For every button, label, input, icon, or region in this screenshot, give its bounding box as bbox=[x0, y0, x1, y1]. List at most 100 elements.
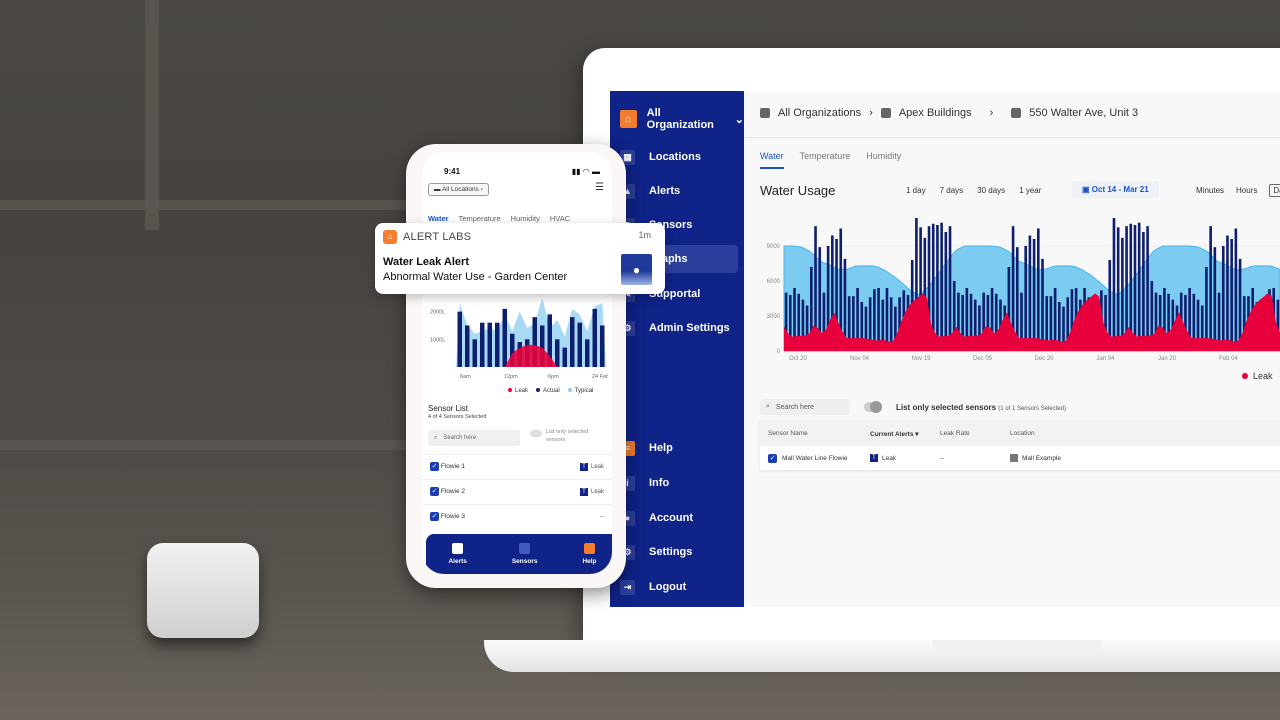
range-30-days[interactable]: 30 days bbox=[977, 186, 1005, 195]
tab-humidity[interactable]: Humidity bbox=[866, 151, 901, 169]
list-item[interactable]: ✓ Flowie 2 T Leak bbox=[422, 479, 612, 503]
granularity-minutes[interactable]: Minutes bbox=[1196, 186, 1224, 197]
actual-bar bbox=[940, 222, 943, 351]
mobile-list-selected-toggle[interactable] bbox=[530, 430, 542, 437]
actual-bar bbox=[1146, 226, 1149, 351]
table-header: Sensor Name Current Alerts ▾ Leak Rate L… bbox=[760, 421, 1280, 446]
list-item[interactable]: ✓ Flowie 1 T Leak bbox=[422, 454, 612, 478]
sidebar-item-info[interactable]: i Info bbox=[620, 469, 738, 497]
actual-bar bbox=[1024, 246, 1027, 351]
nav-help[interactable]: Help bbox=[582, 543, 597, 565]
search-input[interactable]: ⌕ Search here bbox=[760, 399, 850, 415]
status-time: 9:41 bbox=[444, 167, 461, 176]
actual-bar bbox=[1230, 239, 1233, 351]
signal-wifi-battery-icon: ▮▮ ◠ ▬ bbox=[571, 167, 600, 176]
y-tick-label: 0 bbox=[777, 349, 781, 355]
sidebar-item-logout[interactable]: ⇥ Logout bbox=[620, 573, 738, 601]
mobile-tabs: Water Temperature Humidity HVAC bbox=[428, 214, 570, 223]
actual-bar bbox=[562, 347, 567, 367]
sidebar-item-alerts[interactable]: ▲ Alerts bbox=[620, 177, 738, 205]
nav-alerts[interactable]: Alerts bbox=[448, 543, 467, 565]
actual-bar bbox=[1234, 228, 1238, 351]
logout-icon: ⇥ bbox=[620, 579, 635, 595]
x-tick-label: Nov 19 bbox=[911, 356, 931, 362]
date-range-picker[interactable]: ▣ Oct 14 - Mar 21 bbox=[1072, 181, 1159, 198]
col-location[interactable]: Location bbox=[1010, 430, 1130, 437]
page-title: Water Usage bbox=[760, 183, 836, 198]
sidebar-item-admin-settings[interactable]: ⚙ Admin Settings bbox=[620, 314, 738, 342]
legend-leak: Leak bbox=[508, 388, 528, 394]
breadcrumb-item[interactable]: All Organizations bbox=[778, 107, 861, 119]
globe-icon bbox=[760, 108, 770, 118]
row-checkbox[interactable]: ✓ bbox=[430, 487, 439, 496]
breadcrumb-item[interactable]: Apex Buildings bbox=[899, 107, 972, 119]
actual-bar bbox=[1226, 235, 1229, 351]
range-selector: 1 day 7 days 30 days 1 year bbox=[906, 186, 1041, 195]
granularity-hours[interactable]: Hours bbox=[1236, 186, 1257, 197]
metric-tabs: Water Temperature Humidity bbox=[760, 151, 901, 169]
org-selector-label: All Organization bbox=[646, 107, 714, 131]
sidebar-item-help[interactable]: ≡ Help bbox=[620, 434, 738, 462]
location-selector[interactable]: ▬ All Locations › bbox=[428, 183, 489, 196]
sidebar-item-locations[interactable]: ▦ Locations bbox=[620, 143, 738, 171]
help-icon bbox=[583, 543, 595, 554]
y-tick-label: 3000 bbox=[767, 314, 781, 320]
list-selected-toggle[interactable] bbox=[864, 401, 882, 413]
actual-bar bbox=[502, 308, 507, 367]
range-1-day[interactable]: 1 day bbox=[906, 186, 926, 195]
row-checkbox[interactable]: ✓ bbox=[768, 453, 777, 463]
nav-sensors[interactable]: Sensors bbox=[512, 543, 538, 565]
row-checkbox[interactable]: ✓ bbox=[430, 462, 439, 471]
legend-leak[interactable]: Leak bbox=[1253, 371, 1273, 381]
building-icon bbox=[1011, 108, 1022, 118]
col-current-alerts[interactable]: Current Alerts ▾ bbox=[870, 430, 940, 438]
actual-bar bbox=[1028, 235, 1032, 351]
divider bbox=[744, 137, 1280, 138]
search-icon: ⌕ bbox=[434, 434, 438, 441]
tab-temperature[interactable]: Temperature bbox=[459, 214, 501, 223]
sidebar-item-settings[interactable]: ⚙ Settings bbox=[620, 538, 738, 566]
push-notification[interactable]: ⌂ ALERT LABS 1m Water Leak Alert Abnorma… bbox=[375, 223, 665, 294]
tab-temperature[interactable]: Temperature bbox=[800, 151, 851, 169]
sidebar-label: Admin Settings bbox=[649, 322, 730, 334]
alert-labs-logo-icon: ⌂ bbox=[383, 230, 397, 244]
table-row[interactable]: ✓ Mall Water Line Flowie T Leak -- Mall Ex… bbox=[760, 446, 1280, 470]
main-content: All Organizations › Apex Buildings › 550… bbox=[744, 91, 1280, 607]
tab-water[interactable]: Water bbox=[760, 151, 784, 169]
x-tick-label: Jan 04 bbox=[1096, 356, 1115, 362]
sidebar-label: Settings bbox=[649, 546, 693, 558]
y-tick-label: 2000L bbox=[430, 310, 445, 316]
bottom-nav: Alerts Sensors Help bbox=[426, 534, 612, 574]
chart-legend: Leak bbox=[1242, 371, 1273, 381]
row-checkbox[interactable]: ✓ bbox=[430, 512, 439, 521]
alert-value: Leak bbox=[882, 454, 897, 462]
mobile-search-input[interactable]: ⌕ Search here bbox=[428, 430, 520, 446]
list-item[interactable]: ✓ Flowie 3 -- bbox=[422, 504, 612, 528]
tab-humidity[interactable]: Humidity bbox=[511, 214, 540, 223]
actual-bar bbox=[944, 232, 948, 351]
hamburger-menu-icon[interactable]: ☰ bbox=[595, 182, 604, 193]
breadcrumb-item[interactable]: 550 Walter Ave, Unit 3 bbox=[1029, 107, 1138, 119]
actual-bar bbox=[1121, 237, 1124, 351]
sensor-list-header: Sensor List 4 of 4 Sensors Selected bbox=[428, 404, 486, 420]
x-tick-label: Feb 04 bbox=[1219, 356, 1238, 362]
range-7-days[interactable]: 7 days bbox=[940, 186, 964, 195]
tab-hvac[interactable]: HVAC bbox=[550, 214, 570, 223]
actual-bar bbox=[472, 339, 477, 367]
date-range-label: Oct 14 - Mar 21 bbox=[1091, 185, 1149, 194]
x-tick-label: 6am bbox=[460, 374, 471, 380]
org-selector[interactable]: ⌂ All Organization ⌄ bbox=[620, 107, 744, 131]
col-leak-rate[interactable]: Leak Rate bbox=[940, 430, 1010, 437]
sidebar-item-account[interactable]: ● Account bbox=[620, 504, 738, 532]
granularity-day[interactable]: Day bbox=[1269, 184, 1280, 197]
tab-water[interactable]: Water bbox=[428, 214, 449, 223]
range-1-year[interactable]: 1 year bbox=[1019, 186, 1041, 195]
water-usage-chart: 0 3000 6000 9000 Oct 20 Nov 04 Nov 19 Dec 05 Dec… bbox=[767, 218, 1280, 362]
search-placeholder: Search here bbox=[775, 403, 815, 411]
wall-mortar bbox=[145, 0, 159, 230]
sidebar-label: Account bbox=[649, 512, 693, 524]
col-sensor-name[interactable]: Sensor Name bbox=[760, 430, 870, 437]
sidebar-label: Logout bbox=[649, 581, 687, 593]
leak-tag-icon: T bbox=[579, 462, 588, 471]
sensor-table: Sensor Name Current Alerts ▾ Leak Rate L… bbox=[760, 421, 1280, 470]
